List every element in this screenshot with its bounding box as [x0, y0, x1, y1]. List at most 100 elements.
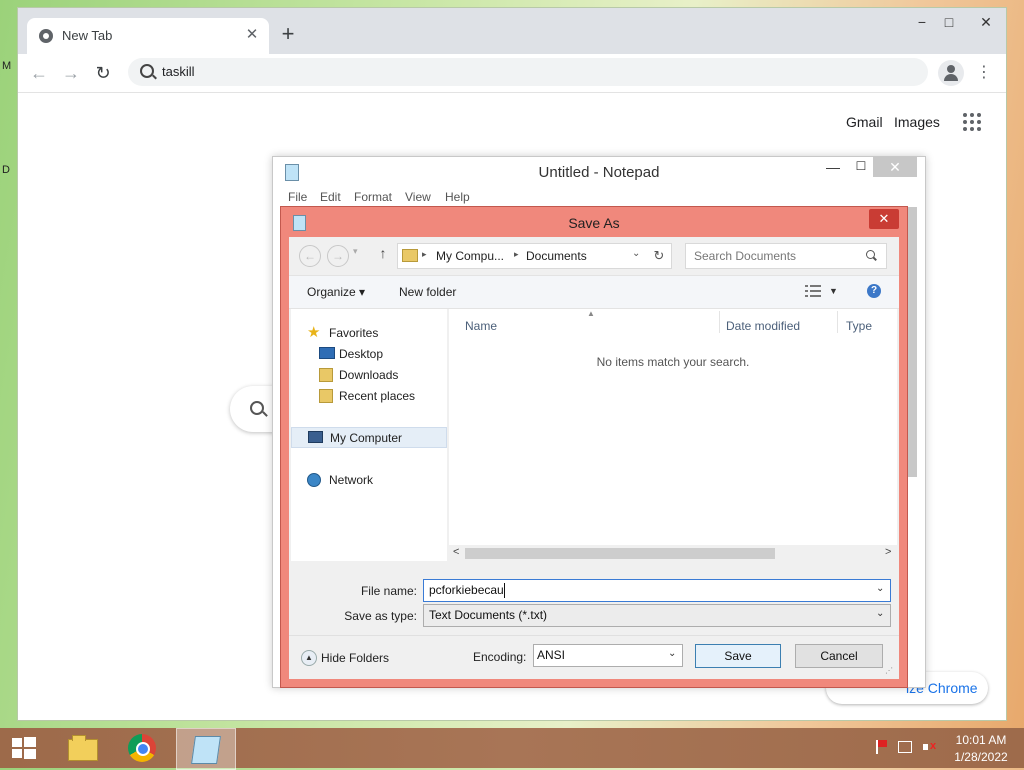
notepad-minimize-button[interactable]: — [821, 159, 845, 179]
profile-avatar-icon[interactable] [938, 60, 964, 86]
chevron-down-icon[interactable]: ⌄ [876, 583, 884, 594]
action-center-flag-icon[interactable] [874, 740, 888, 754]
google-apps-icon[interactable] [963, 113, 981, 131]
search-icon[interactable] [866, 250, 875, 259]
up-arrow-icon[interactable]: ↑ [375, 245, 391, 265]
forward-arrow-icon[interactable]: → [58, 60, 84, 86]
file-name-field[interactable]: pcforkiebecau ⌄ [423, 579, 891, 602]
refresh-icon[interactable]: ↻ [647, 243, 672, 269]
windows-start-icon[interactable] [8, 736, 40, 760]
omnibox[interactable]: taskill [128, 58, 928, 86]
address-bar[interactable]: ▸ My Compu... ▸ Documents ⌄ [397, 243, 649, 269]
menu-format[interactable]: Format [354, 190, 392, 204]
help-icon[interactable]: ? [867, 284, 881, 298]
column-header-name[interactable]: Name [465, 319, 497, 333]
file-list: ▲ Name Date modified Type No items match… [449, 309, 897, 545]
nav-item-downloads[interactable]: Downloads [291, 365, 447, 385]
nav-item-network[interactable]: Network [291, 470, 447, 490]
new-folder-button[interactable]: New folder [399, 285, 456, 299]
notepad-maximize-button[interactable]: ☐ [849, 159, 873, 179]
sort-ascending-icon: ▲ [587, 309, 595, 318]
hide-folders-label: Hide Folders [321, 651, 390, 665]
menu-view[interactable]: View [405, 190, 431, 204]
cancel-button[interactable]: Cancel [795, 644, 883, 668]
menu-help[interactable]: Help [445, 190, 470, 204]
search-placeholder: Search Documents [694, 249, 797, 263]
nav-label: Downloads [339, 368, 399, 382]
desktop-edge-label-m: M [2, 60, 12, 72]
change-view-icon[interactable] [805, 285, 821, 297]
search-icon [250, 401, 264, 415]
chrome-minimize-button[interactable]: − [908, 12, 936, 32]
forward-arrow-icon[interactable]: → [327, 245, 349, 267]
clock-date[interactable]: 1/28/2022 [944, 750, 1018, 764]
column-header-type[interactable]: Type [846, 319, 872, 333]
back-arrow-icon[interactable]: ← [26, 60, 52, 86]
notepad-scrollbar[interactable] [907, 207, 917, 477]
reload-icon[interactable]: ↻ [90, 60, 116, 86]
taskbar-file-explorer[interactable] [58, 730, 106, 766]
breadcrumb-separator-icon[interactable]: ▸ [514, 249, 519, 260]
desktop-icon [319, 347, 335, 359]
nav-item-desktop[interactable]: Desktop [291, 344, 447, 364]
scroll-right-icon[interactable]: > [885, 546, 891, 558]
nav-label: My Computer [330, 431, 403, 445]
chrome-tab-new-tab[interactable]: New Tab ✕ [27, 18, 269, 54]
column-header-date-modified[interactable]: Date modified [726, 319, 800, 333]
back-arrow-icon[interactable]: ← [299, 245, 321, 267]
column-divider[interactable] [837, 311, 838, 333]
images-link[interactable]: Images [894, 114, 940, 130]
new-tab-button[interactable]: + [276, 23, 300, 47]
chrome-close-button[interactable]: ✕ [972, 12, 1000, 32]
breadcrumb-documents[interactable]: Documents [526, 249, 587, 263]
star-icon: ★ [307, 324, 321, 341]
volume-muted-icon[interactable] [922, 740, 936, 754]
tab-close-icon[interactable]: ✕ [241, 24, 263, 46]
chrome-menu-icon[interactable]: ⋮ [976, 60, 992, 86]
search-documents-input[interactable]: Search Documents [685, 243, 887, 269]
horizontal-scrollbar[interactable]: < > [449, 545, 897, 561]
clock-time[interactable]: 10:01 AM [944, 733, 1018, 747]
recent-locations-icon[interactable]: ▾ [353, 246, 358, 257]
downloads-icon [319, 368, 333, 382]
scroll-thumb[interactable] [465, 548, 775, 559]
chevron-down-icon[interactable]: ⌄ [632, 248, 640, 259]
encoding-select[interactable]: ANSI ⌄ [533, 644, 683, 667]
save-button[interactable]: Save [695, 644, 781, 668]
nav-item-favorites[interactable]: ★ Favorites [291, 323, 447, 343]
chevron-up-icon: ▲ [301, 650, 317, 666]
file-name-label: File name: [360, 584, 417, 598]
notepad-close-button[interactable]: ✕ [873, 157, 917, 177]
breadcrumb-separator-icon[interactable]: ▸ [422, 249, 427, 260]
notepad-icon [191, 736, 221, 764]
resize-grip-icon[interactable]: ⋰ [885, 666, 895, 676]
taskbar-notepad[interactable] [176, 728, 236, 770]
chrome-favicon-icon [39, 29, 53, 43]
notepad-menubar: File Edit Format View Help [273, 187, 925, 207]
taskbar-chrome[interactable] [118, 730, 168, 766]
hide-folders-button[interactable]: ▲ Hide Folders [301, 650, 401, 668]
chrome-maximize-button[interactable]: □ [935, 12, 963, 32]
dialog-close-button[interactable]: ✕ [869, 209, 899, 229]
text-cursor [504, 583, 505, 598]
breadcrumb-my-computer[interactable]: My Compu... [436, 249, 504, 263]
scroll-left-icon[interactable]: < [453, 546, 459, 558]
folder-icon [402, 249, 418, 262]
nav-label: Desktop [339, 347, 384, 361]
chevron-down-icon[interactable]: ⌄ [876, 608, 884, 619]
nav-item-recent-places[interactable]: Recent places [291, 386, 447, 406]
network-icon[interactable] [898, 741, 912, 753]
gmail-link[interactable]: Gmail [846, 114, 883, 130]
save-as-type-select[interactable]: Text Documents (*.txt) ⌄ [423, 604, 891, 627]
nav-item-my-computer[interactable]: My Computer [291, 427, 447, 448]
nav-label: Favorites [329, 326, 379, 340]
chevron-down-icon[interactable]: ▼ [829, 286, 838, 296]
save-as-dialog: Save As ✕ ← → ▾ ↑ ▸ My Compu... ▸ Docume… [280, 206, 908, 688]
menu-edit[interactable]: Edit [320, 190, 341, 204]
menu-file[interactable]: File [288, 190, 307, 204]
nav-label: Recent places [339, 389, 416, 403]
computer-icon [308, 431, 323, 443]
chevron-down-icon[interactable]: ⌄ [668, 648, 676, 659]
column-divider[interactable] [719, 311, 720, 333]
organize-button[interactable]: Organize ▾ [307, 285, 365, 299]
